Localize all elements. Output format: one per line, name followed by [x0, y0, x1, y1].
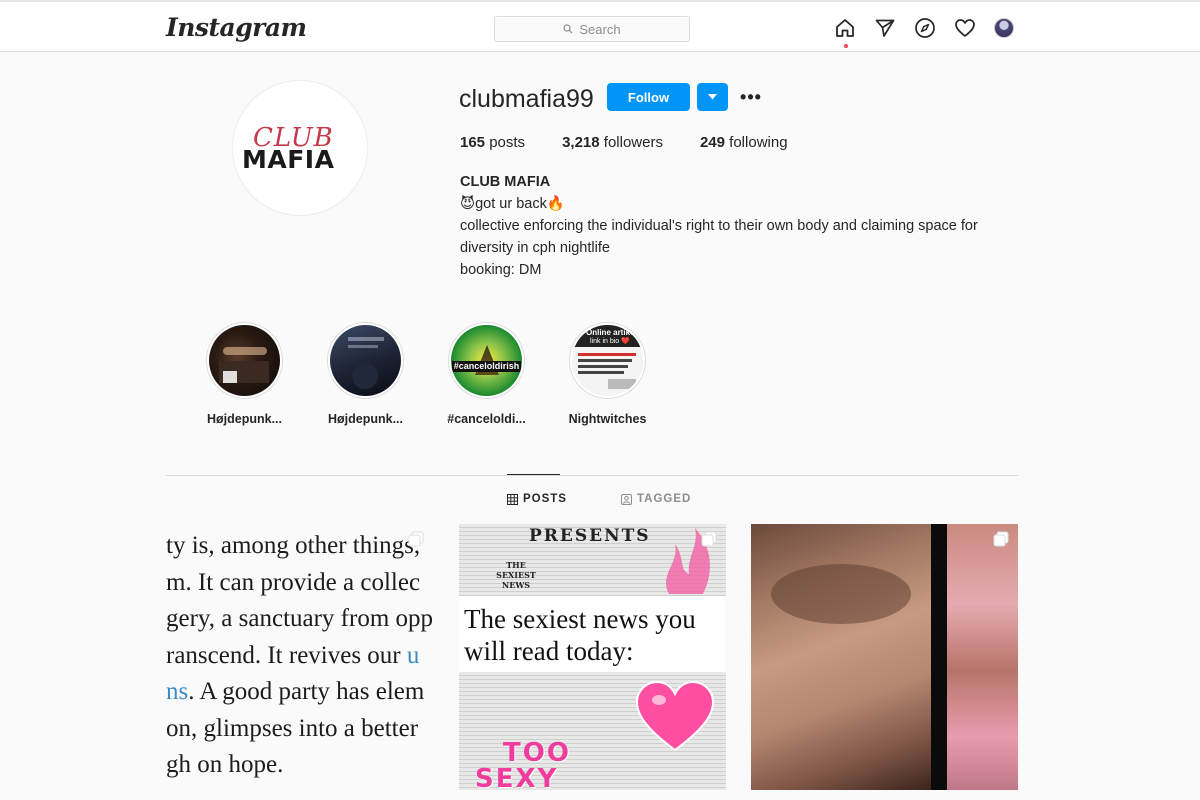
post-photo-shadow — [771, 564, 911, 624]
highlight-overlay-text: #canceloldirish — [452, 361, 521, 372]
followers-count: 3,218 — [562, 134, 600, 151]
highlight-cover-image — [209, 325, 280, 396]
post-headline-line: will read today: — [464, 636, 634, 666]
following-count: 249 — [699, 134, 725, 151]
pink-heart-graphic — [635, 680, 715, 752]
post-text-fragment: ns — [166, 678, 189, 705]
tab-label: TAGGED — [636, 493, 692, 505]
search-icon — [563, 24, 573, 34]
profile-full-name: CLUB MAFIA — [460, 174, 551, 190]
post-thumbnail[interactable] — [751, 524, 1018, 790]
posts-stat: 165 posts — [460, 134, 525, 151]
tab-label: POSTS — [523, 493, 567, 505]
post-headline: The sexiest news you will read today: — [464, 603, 696, 667]
profile-bio: CLUB MAFIA 😈got ur back🔥 collective enfo… — [460, 171, 1020, 281]
post-thumbnail[interactable]: PRESENTS THE SEXIEST NEWS The sexiest ne… — [459, 524, 726, 790]
post-text-line: gery, a sanctuary from opp — [166, 605, 433, 632]
story-highlight[interactable]: Højdepunk... — [206, 322, 283, 426]
activity-heart-icon[interactable] — [954, 17, 976, 39]
follow-button[interactable]: Follow — [607, 83, 690, 111]
active-tab-indicator — [507, 474, 560, 475]
tab-tagged[interactable]: TAGGED — [620, 493, 692, 505]
post-text-line: ranscend. It revives our u — [166, 638, 433, 675]
post-photo-right — [947, 524, 1018, 790]
bio-line: booking: DM — [460, 262, 542, 278]
top-navigation-bar: Instagram Search — [0, 0, 1200, 52]
followers-label: followers — [603, 134, 663, 151]
profile-avatar: CLUB MAFIA — [232, 80, 368, 216]
highlight-cover-image: #canceloldirish — [451, 325, 522, 396]
search-placeholder: Search — [579, 21, 621, 37]
direct-message-icon[interactable] — [874, 17, 896, 39]
suggested-accounts-dropdown-button[interactable] — [697, 83, 728, 111]
bio-line: 😈got ur back🔥 — [460, 196, 565, 212]
post-text-fragment: . A good party has elem — [188, 678, 425, 705]
post-text-line: on, glimpses into a better — [166, 714, 419, 742]
highlight-overlay-text: link in bio ❤️ — [590, 338, 630, 345]
post-text-line: gh on hope. — [166, 751, 284, 778]
highlight-ring: Online artikel link in bio ❤️ — [569, 322, 646, 399]
tab-posts[interactable]: POSTS — [507, 493, 567, 505]
highlight-ring — [327, 322, 404, 399]
post-text-line: ty is, among other things, — [166, 532, 421, 559]
instagram-logo[interactable]: Instagram — [166, 13, 307, 42]
post-photo-divider — [931, 524, 947, 790]
tabs-divider — [166, 475, 1018, 476]
story-highlights: Højdepunk... Højdepunk... #canceloldiris… — [206, 322, 646, 426]
tagged-user-icon — [620, 493, 632, 505]
search-input[interactable]: Search — [494, 16, 690, 42]
carousel-icon — [993, 531, 1009, 547]
post-text-line: ns. A good party has elem — [166, 674, 433, 711]
profile-tabs: POSTS TAGGED — [507, 493, 691, 505]
profile-username: clubmafia99 — [459, 85, 594, 113]
highlight-label: Højdepunk... — [328, 412, 403, 426]
story-highlight[interactable]: Online artikel link in bio ❤️ Nightwitch… — [569, 322, 646, 426]
carousel-icon — [408, 531, 424, 547]
post-sticker-text: SEXY — [475, 764, 559, 790]
nav-icons — [834, 17, 1014, 48]
bio-line: diversity in cph nightlife — [460, 240, 610, 256]
story-highlight[interactable]: #canceloldirish #canceloldi... — [447, 322, 526, 426]
carousel-icon — [701, 531, 717, 547]
notification-dot — [844, 44, 848, 48]
avatar-text-mafia: MAFIA — [242, 145, 335, 174]
post-thumbnail[interactable]: ty is, among other things, m. It can pro… — [166, 524, 433, 790]
profile-avatar-icon[interactable] — [994, 18, 1014, 38]
highlight-cover-image — [330, 325, 401, 396]
post-presents-heading: PRESENTS — [529, 526, 651, 546]
post-headline-line: The sexiest news you — [464, 604, 696, 634]
grid-icon — [507, 493, 518, 505]
bio-line: collective enforcing the individual's ri… — [460, 218, 978, 234]
highlight-label: Nightwitches — [568, 412, 647, 426]
highlight-label: Højdepunk... — [207, 412, 282, 426]
post-text-line: m. It can provide a collec — [166, 568, 421, 596]
highlight-ring — [206, 322, 283, 399]
post-text-image: ty is, among other things, m. It can pro… — [166, 528, 433, 784]
posts-label: posts — [489, 134, 526, 151]
home-icon[interactable] — [834, 17, 856, 48]
highlight-cover-image: Online artikel link in bio ❤️ — [572, 325, 643, 396]
explore-compass-icon[interactable] — [914, 17, 936, 39]
profile-stats: 165 posts 3,218 followers 249 following — [460, 134, 825, 151]
post-news-title: THE SEXIEST NEWS — [496, 560, 536, 590]
following-stat[interactable]: 249 following — [700, 134, 788, 151]
posts-count: 165 — [460, 134, 486, 151]
highlight-ring: #canceloldirish — [448, 322, 525, 399]
followers-stat[interactable]: 3,218 followers — [562, 134, 663, 151]
post-text-fragment: ranscend. It revives our — [166, 641, 407, 669]
highlight-label: #canceloldi... — [447, 412, 526, 426]
following-label: following — [729, 134, 788, 151]
more-options-button[interactable]: ••• — [739, 87, 763, 107]
story-highlight[interactable]: Højdepunk... — [327, 322, 404, 426]
highlight-overlay-text: Online artikel — [586, 328, 637, 337]
post-text-fragment: u — [406, 641, 420, 669]
chevron-down-icon — [708, 94, 717, 100]
